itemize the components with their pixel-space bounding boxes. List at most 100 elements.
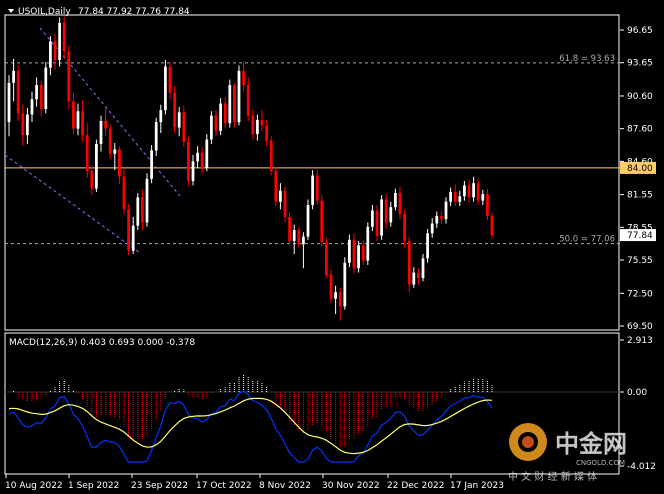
- candle-body: [260, 119, 264, 126]
- candle-body: [67, 51, 71, 102]
- candle-body: [164, 66, 167, 111]
- candle-body: [306, 204, 310, 237]
- candle-body: [159, 110, 163, 123]
- candle-body: [246, 85, 250, 116]
- chart-header: USOIL,Daily 77.84 77.92 77.76 77.84: [8, 7, 190, 17]
- candle-body: [486, 194, 489, 216]
- time-tick-label: 30 Nov 2022: [322, 481, 380, 491]
- candle-body: [136, 197, 140, 226]
- candle-body: [375, 210, 379, 236]
- candle-body: [127, 209, 130, 251]
- candle-body: [269, 140, 273, 172]
- candle-body: [177, 112, 181, 128]
- price-tick-label: 75.55: [627, 256, 653, 266]
- candle-body: [265, 125, 268, 141]
- candle-body: [297, 230, 301, 245]
- candle-body: [53, 41, 57, 60]
- candle-body: [288, 216, 291, 241]
- candle-body: [76, 111, 80, 129]
- candle-body: [173, 92, 176, 128]
- price-tick-label: 81.55: [627, 191, 653, 201]
- price-axis: 69.5072.5075.5578.5581.5584.6087.6090.60…: [620, 26, 653, 332]
- candle-body: [251, 115, 255, 135]
- time-tick-label: 17 Oct 2022: [196, 481, 252, 491]
- time-tick-label: 22 Dec 2022: [387, 481, 445, 491]
- time-tick-label: 10 Aug 2022: [5, 481, 63, 491]
- candle-body: [481, 194, 485, 201]
- candle-body: [200, 152, 204, 168]
- candle-body: [58, 22, 61, 60]
- candle-body: [145, 178, 149, 223]
- time-axis: 10 Aug 2022 1 Sep 2022 23 Sep 2022 17 Oct 2…: [5, 474, 504, 491]
- candle-body: [472, 183, 475, 198]
- current-price-label: 77.84: [627, 231, 653, 241]
- candle-body: [421, 258, 425, 279]
- candle-body: [30, 99, 34, 115]
- candle-body: [237, 70, 241, 123]
- candle-body: [343, 262, 347, 307]
- candle-body: [463, 185, 466, 197]
- candle-body: [81, 111, 84, 136]
- candle-body: [44, 67, 48, 110]
- candle-body: [490, 215, 494, 236]
- candle-body: [242, 70, 245, 86]
- candle-body: [85, 135, 89, 172]
- candle-body: [141, 197, 144, 223]
- price-tick-label: 69.50: [627, 322, 653, 332]
- watermark-subtitle: 中 文 财 经 新 媒 体: [508, 470, 597, 483]
- chevron-down-icon[interactable]: [8, 9, 14, 13]
- candle-body: [279, 190, 282, 202]
- candle-body: [233, 85, 236, 123]
- candle-body: [274, 171, 278, 202]
- time-tick-label: 8 Nov 2022: [259, 481, 311, 491]
- candle-body: [150, 150, 153, 179]
- candle-body: [407, 240, 411, 285]
- candle-body: [21, 113, 25, 136]
- candle-body: [380, 199, 383, 236]
- candle-body: [95, 143, 98, 189]
- watermark-domain: CNGOLD.COM: [576, 459, 625, 467]
- candle-body: [352, 239, 356, 269]
- candle-body: [403, 213, 406, 241]
- macd-tick-label: 0.00: [627, 388, 647, 398]
- candle-body: [108, 128, 112, 154]
- candle-body: [329, 274, 333, 299]
- candle-body: [426, 233, 429, 259]
- candle-body: [384, 199, 388, 223]
- candle-body: [444, 201, 448, 220]
- candle-body: [338, 292, 342, 307]
- candle-body: [191, 161, 195, 181]
- candle-body: [113, 149, 117, 154]
- candle-body: [62, 22, 66, 52]
- time-tick-label: 1 Sep 2022: [68, 481, 119, 491]
- candle-body: [49, 41, 52, 68]
- candle-body: [430, 223, 434, 234]
- candle-body: [39, 85, 43, 110]
- candle-body: [361, 245, 365, 261]
- candle-body: [196, 152, 199, 162]
- level-price-label: 84.00: [627, 164, 653, 174]
- candle-body: [35, 85, 38, 100]
- candle-body: [311, 175, 314, 205]
- candle-body: [131, 225, 135, 251]
- candle-body: [214, 115, 218, 131]
- candle-body: [26, 114, 29, 136]
- candle-body: [440, 215, 443, 220]
- candle-body: [99, 121, 103, 144]
- candle-body: [357, 245, 360, 269]
- candle-body: [398, 192, 402, 214]
- macd-title: MACD(12,26,9) 0.403 0.693 0.000 -0.378: [9, 338, 195, 348]
- candle-body: [168, 66, 172, 93]
- candle-body: [325, 242, 328, 275]
- candle-body: [16, 70, 20, 114]
- price-tick-label: 87.60: [627, 125, 653, 135]
- candle-body: [154, 122, 158, 151]
- fib-level-label: 50.0 = 77.06: [559, 235, 615, 245]
- candle-body: [453, 191, 457, 202]
- symbol-label: USOIL,Daily: [18, 7, 71, 17]
- candle-body: [334, 292, 337, 299]
- time-tick-label: 17 Jan 2023: [450, 481, 504, 491]
- candle-body: [72, 101, 75, 129]
- candle-body: [366, 226, 370, 261]
- candle-body: [122, 176, 126, 210]
